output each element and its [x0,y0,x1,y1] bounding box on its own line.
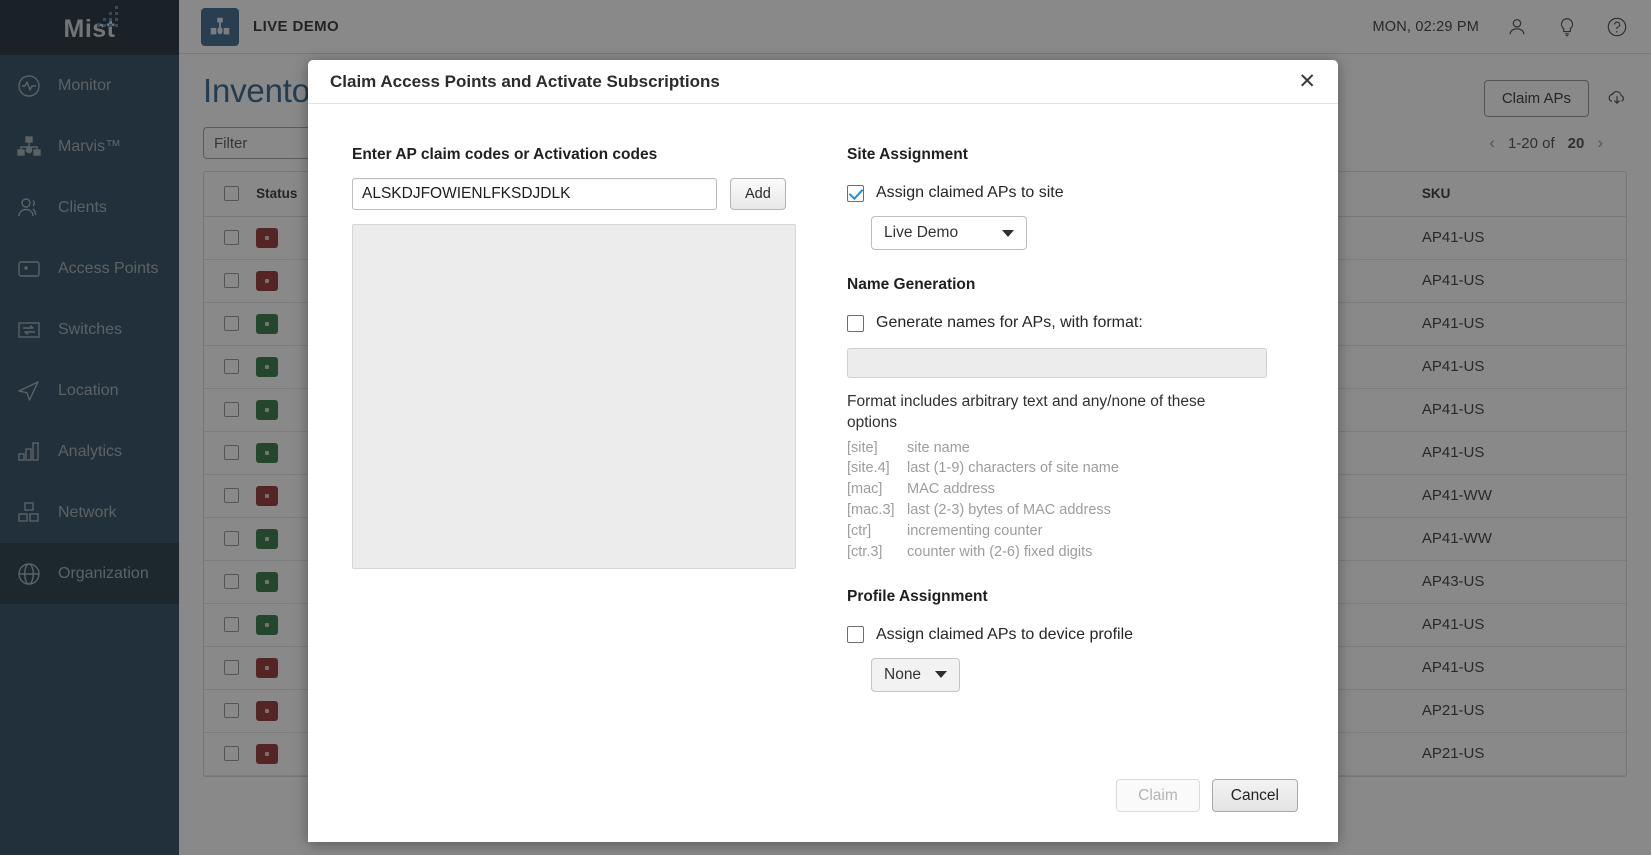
profile-assignment-heading: Profile Assignment [847,587,988,605]
format-option-token: [site.4] [847,460,890,477]
claim-codes-label: Enter AP claim codes or Activation codes [352,146,658,163]
modal-header: Claim Access Points and Activate Subscri… [308,60,1338,104]
generate-names-row[interactable]: Generate names for APs, with format: [847,314,1294,332]
assign-site-label: Assign claimed APs to site [876,184,1064,201]
format-option-row: [ctr] incrementing counter [847,520,1294,541]
claim-codes-row: Add [352,178,797,210]
format-option-token: [ctr.3] [847,543,883,560]
claim-codes-list[interactable] [352,224,796,569]
app-shell: Mist Monitor Marvis™ [0,0,1651,855]
format-note: Format includes arbitrary text and any/n… [847,393,1206,431]
format-option-desc: site name [907,439,970,456]
format-option-row: [mac] MAC address [847,479,1294,500]
assign-profile-row[interactable]: Assign claimed APs to device profile [847,626,1294,644]
modal-footer: Claim Cancel [308,779,1338,842]
format-option-desc: MAC address [907,481,995,498]
format-option-token: [site] [847,439,878,456]
modal-body: Enter AP claim codes or Activation codes… [308,104,1338,779]
assign-profile-checkbox[interactable] [847,626,864,644]
site-assignment-heading: Site Assignment [847,146,968,163]
format-options-table: [site] site name [site.4] last (1-9) charac… [847,437,1294,562]
format-option-desc: counter with (2-6) fixed digits [907,543,1093,560]
generate-names-label: Generate names for APs, with format: [876,314,1143,331]
cancel-button[interactable]: Cancel [1211,779,1298,812]
modal-title: Claim Access Points and Activate Subscri… [330,71,720,91]
profile-select-value: None [884,665,922,683]
format-option-row: [site.4] last (1-9) characters of site na… [847,458,1294,479]
format-option-token: [mac] [847,481,883,498]
site-select[interactable]: Live Demo [871,216,1027,250]
chevron-down-icon [935,671,948,679]
name-generation-heading: Name Generation [847,276,976,293]
assign-site-checkbox[interactable] [847,184,864,202]
add-code-button[interactable]: Add [730,178,786,210]
claim-aps-modal: Claim Access Points and Activate Subscri… [308,60,1338,842]
format-option-desc: last (1-9) characters of site name [907,460,1119,477]
claim-codes-input[interactable] [352,178,717,210]
assign-profile-label: Assign claimed APs to device profile [876,625,1134,643]
assign-site-row[interactable]: Assign claimed APs to site [847,184,1294,202]
format-option-row: [site] site name [847,437,1294,458]
format-option-row: [mac.3] last (2-3) bytes of MAC address [847,500,1294,521]
chevron-down-icon [1002,229,1014,237]
format-option-token: [mac.3] [847,501,895,518]
format-option-desc: incrementing counter [907,522,1043,539]
claim-button[interactable]: Claim [1116,779,1200,812]
claim-codes-column: Enter AP claim codes or Activation codes… [352,146,797,779]
close-icon[interactable]: ✕ [1298,71,1316,92]
profile-select[interactable]: None [871,657,961,692]
site-select-value: Live Demo [884,224,959,241]
name-format-input[interactable] [847,348,1267,378]
format-option-row: [ctr.3] counter with (2-6) fixed digits [847,541,1294,562]
format-option-desc: last (2-3) bytes of MAC address [907,501,1111,518]
generate-names-checkbox[interactable] [847,314,864,332]
format-option-token: [ctr] [847,522,872,539]
assignment-column: Site Assignment Assign claimed APs to si… [847,146,1294,779]
